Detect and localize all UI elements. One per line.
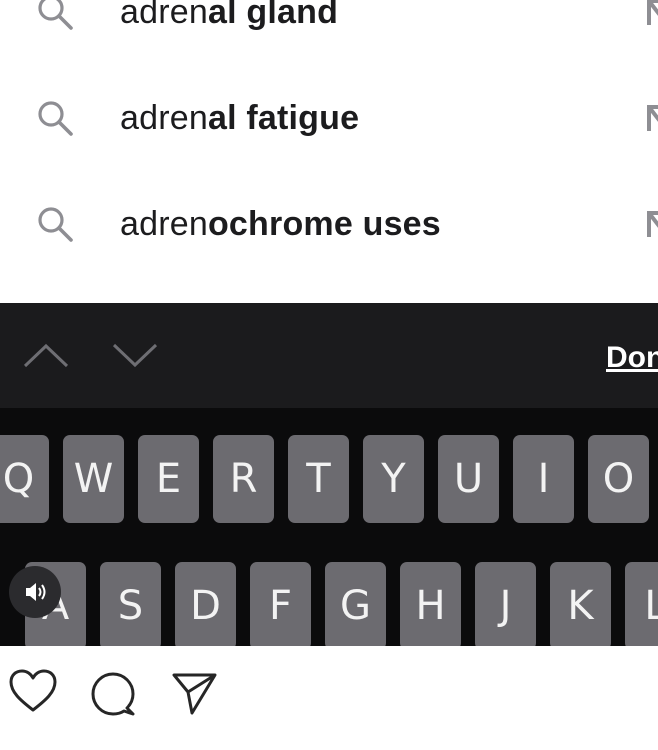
key-i[interactable]: I [513,435,574,523]
key-y[interactable]: Y [363,435,424,523]
heart-icon[interactable] [8,668,58,714]
send-icon[interactable] [170,670,218,716]
suggestion-row[interactable]: adrenal fatigue [0,86,658,146]
key-l[interactable]: L [625,562,658,646]
search-icon [38,207,73,242]
chevron-up-icon[interactable] [22,335,70,375]
sound-toggle-button[interactable] [9,566,61,618]
speaker-icon [26,583,46,601]
key-f[interactable]: F [250,562,311,646]
key-u[interactable]: U [438,435,499,523]
suggestion-text: adrenal fatigue [120,101,359,135]
suggestion-row[interactable]: adrenochrome uses [0,192,658,252]
key-j[interactable]: J [475,562,536,646]
key-g[interactable]: G [325,562,386,646]
fill-arrow-icon[interactable] [646,0,658,29]
key-e[interactable]: E [138,435,199,523]
search-icon [38,0,73,30]
fill-arrow-icon[interactable] [646,207,658,241]
key-k[interactable]: K [550,562,611,646]
chevron-down-icon[interactable] [111,335,159,375]
key-o[interactable]: O [588,435,649,523]
done-button[interactable]: Done [606,340,658,376]
keyboard-accessory-bar [0,303,658,408]
comment-icon[interactable] [89,670,137,718]
search-suggestions-list: adrenal gland adrenal fatigue adrenochro… [0,0,658,303]
key-d[interactable]: D [175,562,236,646]
suggestion-typed: adren [120,99,208,137]
search-icon [38,101,73,136]
suggestion-completion: al gland [207,0,339,31]
suggestion-completion: al fatigue [207,99,360,137]
suggestion-completion: ochrome uses [207,205,441,243]
suggestion-row[interactable]: adrenal gland [0,0,658,40]
key-w[interactable]: W [63,435,124,523]
suggestion-text: adrenochrome uses [120,207,441,241]
suggestion-typed: adren [120,0,208,31]
key-t[interactable]: T [288,435,349,523]
key-q[interactable]: Q [0,435,49,523]
key-s[interactable]: S [100,562,161,646]
fill-arrow-icon[interactable] [646,101,658,135]
key-h[interactable]: H [400,562,461,646]
keyboard: Q W E R T Y U I O A S D F G H J K L [0,408,658,646]
suggestion-typed: adren [120,205,208,243]
suggestion-text: adrenal gland [120,0,338,29]
key-r[interactable]: R [213,435,274,523]
